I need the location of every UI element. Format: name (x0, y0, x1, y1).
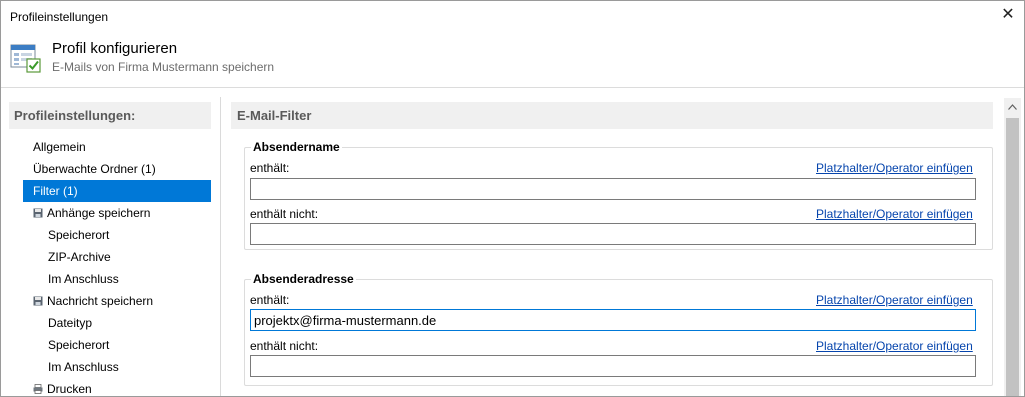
sender-address-contains-input[interactable] (250, 309, 976, 331)
sidebar-item[interactable]: Nachricht speichern (23, 290, 153, 312)
field-label-not-contains: enthält nicht: (250, 207, 319, 221)
group-label: Absenderadresse (251, 272, 356, 286)
sender-name-not-contains-input[interactable] (250, 223, 976, 245)
sidebar-item[interactable]: Im Anschluss (38, 356, 119, 378)
sidebar-item[interactable]: Drucken (23, 378, 92, 396)
sender-address-not-contains-input[interactable] (250, 355, 976, 377)
sidebar-item[interactable]: Anhänge speichern (23, 202, 150, 224)
section-heading: E-Mail-Filter (231, 102, 993, 129)
sidebar-item-label: Überwachte Ordner (1) (33, 162, 156, 176)
field-label-not-contains: enthält nicht: (250, 339, 319, 353)
page-title: Profil konfigurieren (52, 40, 178, 57)
sidebar-item[interactable]: Dateityp (38, 312, 92, 334)
floppy-disk-icon (33, 291, 43, 306)
printer-icon (33, 379, 43, 394)
sidebar-item-label: Filter (1) (33, 184, 78, 198)
field-label-contains: enthält: (250, 161, 290, 175)
sidebar-item-label: Drucken (47, 382, 92, 396)
sidebar-heading: Profileinstellungen: (9, 102, 211, 129)
sidebar-item[interactable]: Allgemein (23, 136, 86, 158)
sidebar-item[interactable]: Im Anschluss (38, 268, 119, 290)
sidebar-item[interactable]: Überwachte Ordner (1) (23, 158, 156, 180)
sidebar-item-label: Allgemein (33, 140, 86, 154)
sidebar-item-label: Speicherort (48, 228, 110, 242)
sidebar-item-label: Nachricht speichern (47, 294, 154, 308)
main-panel: E-Mail-Filter Absendername enthält: Plat… (231, 102, 1006, 396)
profile-settings-window: Profileinstellungen ✕ Profil konfigurier… (0, 0, 1025, 397)
sidebar-item-label: Dateityp (48, 316, 93, 330)
sidebar-item[interactable]: ZIP-Archive (38, 246, 111, 268)
sidebar: Profileinstellungen: (1, 88, 220, 396)
insert-placeholder-link[interactable]: Platzhalter/Operator einfügen (816, 207, 973, 221)
vertical-scrollbar[interactable] (1004, 98, 1021, 396)
sidebar-item-label: Anhänge speichern (47, 206, 151, 220)
dialog-header: Profil konfigurieren E-Mails von Firma M… (1, 32, 1024, 86)
sidebar-item[interactable]: Speicherort (38, 224, 109, 246)
sidebar-divider (220, 97, 221, 396)
sidebar-item-label: Im Anschluss (48, 272, 119, 286)
profile-settings-icon (10, 44, 41, 73)
scrollbar-thumb[interactable] (1006, 118, 1019, 396)
sidebar-item-label: ZIP-Archive (48, 250, 111, 264)
insert-placeholder-link[interactable]: Platzhalter/Operator einfügen (816, 339, 973, 353)
sidebar-item-label: Speicherort (48, 338, 110, 352)
close-icon[interactable]: ✕ (998, 5, 1018, 25)
window-title: Profileinstellungen (10, 10, 109, 24)
sidebar-item-label: Im Anschluss (48, 360, 119, 374)
sidebar-item[interactable]: Speicherort (38, 334, 109, 356)
page-subtitle: E-Mails von Firma Mustermann speichern (52, 60, 275, 74)
insert-placeholder-link[interactable]: Platzhalter/Operator einfügen (816, 293, 973, 307)
field-label-contains: enthält: (250, 293, 290, 307)
sender-name-contains-input[interactable] (250, 178, 976, 200)
sidebar-item[interactable]: Filter (1) (23, 180, 211, 202)
title-bar: Profileinstellungen ✕ (1, 1, 1024, 32)
scroll-up-icon[interactable] (1008, 104, 1017, 110)
floppy-disk-icon (33, 203, 43, 218)
group-label: Absendername (251, 140, 342, 154)
insert-placeholder-link[interactable]: Platzhalter/Operator einfügen (816, 161, 973, 175)
